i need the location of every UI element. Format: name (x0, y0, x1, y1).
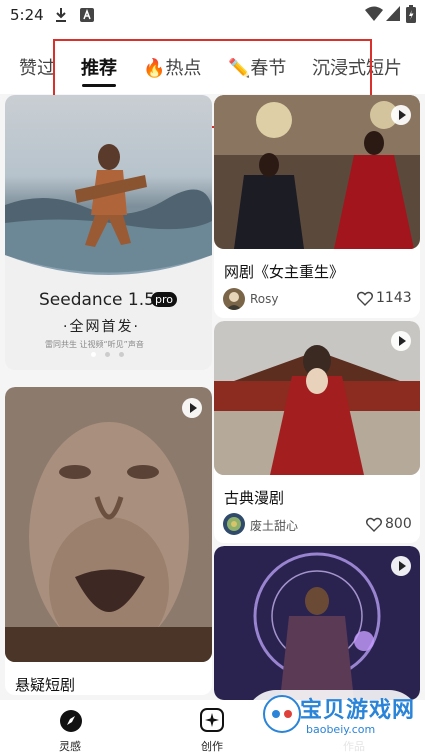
card-title: 悬疑短剧 (15, 676, 76, 694)
heart-icon[interactable] (366, 517, 382, 532)
play-icon[interactable] (391, 556, 411, 576)
feed-card-classical[interactable]: 古典漫剧 废土甜心 800 (214, 321, 420, 543)
signal-icon (386, 6, 400, 21)
banner-note: 雷同共生 让视频“听见”声音 (45, 340, 144, 349)
tab-liked[interactable]: 赞过 (19, 54, 55, 80)
battery-icon (406, 5, 416, 23)
watermark-url: baobeiy.com (306, 723, 376, 736)
like-count: 800 (385, 516, 412, 532)
play-icon[interactable] (182, 398, 202, 418)
compass-icon[interactable] (59, 709, 83, 733)
pro-badge: pro (151, 292, 177, 307)
carousel-dot[interactable] (105, 352, 110, 357)
play-icon[interactable] (391, 331, 411, 351)
nav-label-create[interactable]: 创作 (201, 738, 223, 754)
feed-card-fantasy[interactable] (214, 546, 420, 700)
watermark-logo-icon (263, 695, 301, 733)
like-count: 1143 (376, 290, 412, 306)
status-time: 5:24 (10, 6, 44, 24)
card-thumbnail (214, 546, 420, 700)
card-thumbnail (214, 321, 420, 475)
card-thumbnail (5, 387, 212, 662)
promo-banner[interactable]: Seedance 1.5 pro ·全网首发· 雷同共生 让视频“听见”声音 (5, 95, 212, 370)
feed-card-suspense[interactable]: 悬疑短剧 (5, 387, 212, 695)
wifi-icon (365, 6, 383, 21)
banner-subtitle: ·全网首发· (63, 319, 140, 335)
watermark-title: 宝贝游戏网 (300, 698, 416, 723)
status-bar: 5:24 (0, 0, 425, 32)
card-title: 网剧《女主重生》 (224, 263, 345, 281)
nav-label-inspiration[interactable]: 灵感 (59, 738, 81, 754)
carousel-dot[interactable] (119, 352, 124, 357)
sparkle-create-icon[interactable] (200, 708, 224, 732)
feed-card-drama[interactable]: 网剧《女主重生》 Rosy 1143 (214, 95, 420, 318)
author-name[interactable]: Rosy (250, 292, 279, 306)
carousel-dot-active[interactable] (91, 352, 96, 357)
app-a-icon (80, 8, 94, 22)
author-name[interactable]: 废土甜心 (250, 517, 298, 534)
author-avatar[interactable] (223, 513, 245, 535)
card-thumbnail (214, 95, 420, 249)
download-icon (56, 8, 66, 22)
banner-title: Seedance 1.5 (39, 290, 155, 310)
author-avatar[interactable] (223, 288, 245, 310)
heart-icon[interactable] (357, 291, 373, 306)
play-icon[interactable] (391, 105, 411, 125)
card-title: 古典漫剧 (224, 489, 285, 507)
